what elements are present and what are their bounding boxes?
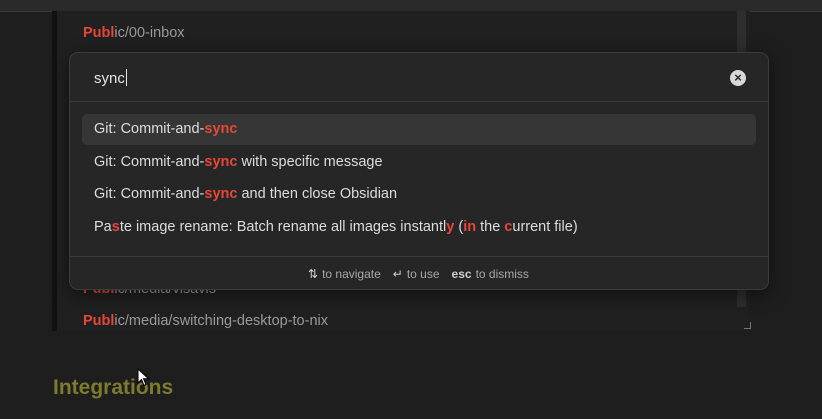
- match-highlight: Publ: [83, 313, 115, 329]
- esc-key: esc: [451, 267, 472, 281]
- text-caret: [126, 69, 127, 86]
- match-highlight: sync: [204, 186, 238, 203]
- suggestion-item[interactable]: Git: Commit-and-sync: [82, 114, 756, 145]
- suggestion-list: Git: Commit-and-sync Git: Commit-and-sync…: [82, 114, 756, 245]
- suggestion-item[interactable]: Paste image rename: Batch rename all ima…: [82, 212, 756, 243]
- suggestion-text: with specific message: [237, 153, 383, 170]
- navigate-key-icon: ⇅: [308, 267, 319, 281]
- mouse-pointer-icon: [137, 368, 150, 387]
- suggestion-item[interactable]: Git: Commit-and-sync and then close Obsi…: [82, 179, 756, 210]
- suggestion-text: the: [476, 219, 505, 236]
- suggestion-text: te image rename: Batch rename all images…: [119, 219, 447, 236]
- instructions-footer: ⇅ to navigate ↵ to use esc to dismiss: [70, 256, 768, 289]
- command-search-input[interactable]: [94, 67, 694, 89]
- suggestion-text: Pa: [94, 219, 112, 236]
- file-path-item[interactable]: Public/media/switching-desktop-to-nix: [83, 313, 328, 329]
- match-highlight: in: [463, 219, 477, 236]
- enter-key-icon: ↵: [392, 267, 403, 281]
- file-path-rest: ic/media/switching-desktop-to-nix: [114, 313, 328, 329]
- match-highlight: Publ: [83, 25, 115, 41]
- match-highlight: sync: [204, 153, 238, 170]
- section-heading: Integrations: [53, 376, 174, 399]
- file-path-item[interactable]: Public/00-inbox: [83, 25, 185, 41]
- resize-handle[interactable]: [744, 322, 751, 329]
- file-path-rest: ic/00-inbox: [114, 25, 185, 41]
- match-highlight: sync: [204, 121, 238, 137]
- suggestion-text: Git: Commit-and-: [94, 121, 205, 137]
- close-circle-icon[interactable]: ×: [730, 70, 746, 86]
- suggestion-text: (: [454, 219, 464, 236]
- dismiss-label: to dismiss: [475, 267, 529, 281]
- suggestion-item[interactable]: Git: Commit-and-sync with specific messa…: [82, 147, 756, 178]
- match-highlight: s: [111, 219, 120, 236]
- suggestion-text: Git: Commit-and-: [94, 186, 205, 203]
- panel-border: [52, 11, 57, 331]
- suggestion-text: urrent file): [512, 219, 578, 236]
- command-palette: × Git: Commit-and-syncGit: Commit-and-sy…: [69, 52, 769, 290]
- search-row: ×: [70, 53, 768, 102]
- use-label: to use: [406, 267, 440, 281]
- suggestion-text: and then close Obsidian: [237, 186, 398, 203]
- navigate-label: to navigate: [322, 267, 381, 281]
- suggestion-text: Git: Commit-and-: [94, 153, 205, 170]
